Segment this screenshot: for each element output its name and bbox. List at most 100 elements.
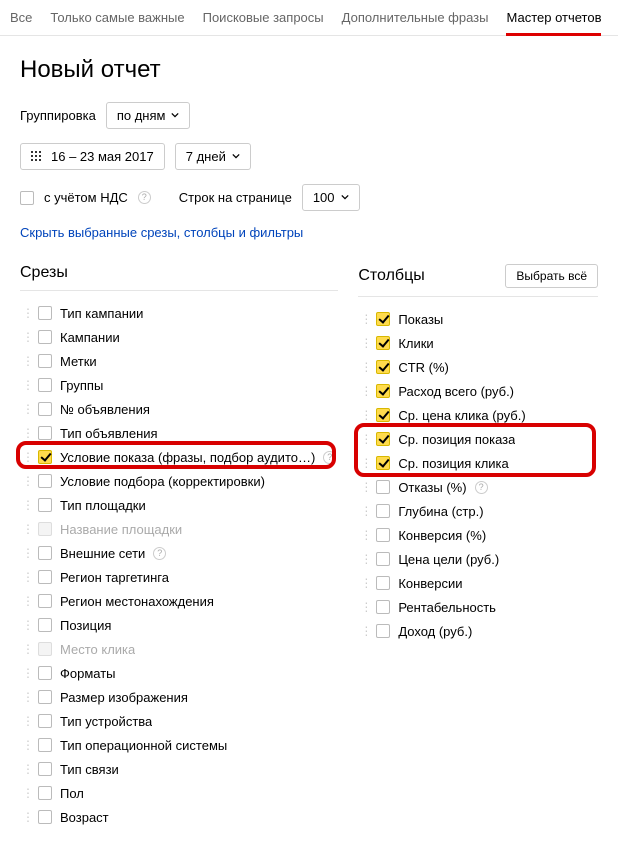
columns-item: ⋮⋮Клики [358, 331, 598, 355]
slices-label: Регион местонахождения [60, 594, 214, 609]
slices-label: Регион таргетинга [60, 570, 169, 585]
help-icon[interactable]: ? [153, 547, 166, 560]
columns-checkbox[interactable] [376, 360, 390, 374]
columns-checkbox[interactable] [376, 600, 390, 614]
slices-checkbox[interactable] [38, 714, 52, 728]
slices-checkbox[interactable] [38, 450, 52, 464]
tab-important[interactable]: Только самые важные [50, 6, 184, 35]
rows-per-page-select[interactable]: 100 [302, 184, 360, 211]
help-icon[interactable]: ? [138, 191, 151, 204]
columns-checkbox[interactable] [376, 432, 390, 446]
columns-item: ⋮⋮Ср. цена клика (руб.) [358, 403, 598, 427]
drag-handle-icon[interactable]: ⋮⋮ [22, 550, 30, 556]
drag-handle-icon[interactable]: ⋮⋮ [22, 790, 30, 796]
slices-checkbox[interactable] [38, 762, 52, 776]
columns-checkbox[interactable] [376, 624, 390, 638]
slices-checkbox[interactable] [38, 666, 52, 680]
columns-checkbox[interactable] [376, 456, 390, 470]
slices-item: ⋮⋮Тип устройства [20, 709, 338, 733]
drag-handle-icon[interactable]: ⋮⋮ [360, 484, 368, 490]
drag-handle-icon[interactable]: ⋮⋮ [360, 340, 368, 346]
drag-handle-icon[interactable]: ⋮⋮ [360, 604, 368, 610]
vat-checkbox[interactable] [20, 191, 34, 205]
drag-handle-icon[interactable]: ⋮⋮ [360, 556, 368, 562]
drag-handle-icon[interactable]: ⋮⋮ [360, 628, 368, 634]
drag-handle-icon[interactable]: ⋮⋮ [22, 430, 30, 436]
columns-label: Доход (руб.) [398, 624, 472, 639]
slices-checkbox[interactable] [38, 570, 52, 584]
select-all-button[interactable]: Выбрать всё [505, 264, 598, 288]
slices-checkbox[interactable] [38, 738, 52, 752]
slices-checkbox[interactable] [38, 330, 52, 344]
columns-item: ⋮⋮ Глубина (стр.) [358, 499, 598, 523]
columns-checkbox[interactable] [376, 408, 390, 422]
drag-handle-icon[interactable]: ⋮⋮ [360, 316, 368, 322]
tab-extra-phrases[interactable]: Дополнительные фразы [342, 6, 489, 35]
slices-checkbox[interactable] [38, 498, 52, 512]
drag-handle-icon[interactable]: ⋮⋮ [360, 436, 368, 442]
help-icon[interactable]: ? [475, 481, 488, 494]
drag-handle-icon[interactable]: ⋮⋮ [22, 742, 30, 748]
slices-checkbox[interactable] [38, 690, 52, 704]
drag-handle-icon[interactable]: ⋮⋮ [22, 574, 30, 580]
date-range-value: 16 – 23 мая 2017 [51, 149, 154, 164]
drag-handle-icon[interactable]: ⋮⋮ [360, 364, 368, 370]
drag-handle-icon[interactable]: ⋮⋮ [22, 406, 30, 412]
slices-checkbox[interactable] [38, 810, 52, 824]
columns-checkbox[interactable] [376, 528, 390, 542]
drag-handle-icon[interactable]: ⋮⋮ [360, 412, 368, 418]
drag-handle-icon[interactable]: ⋮⋮ [22, 598, 30, 604]
columns-checkbox[interactable] [376, 504, 390, 518]
drag-handle-icon[interactable]: ⋮⋮ [22, 622, 30, 628]
tab-all[interactable]: Все [10, 6, 32, 35]
drag-handle-icon[interactable]: ⋮⋮ [360, 508, 368, 514]
drag-handle-icon[interactable]: ⋮⋮ [360, 388, 368, 394]
period-select[interactable]: 7 дней [175, 143, 251, 170]
drag-handle-icon[interactable]: ⋮⋮ [22, 382, 30, 388]
columns-checkbox[interactable] [376, 312, 390, 326]
columns-label: Глубина (стр.) [398, 504, 483, 519]
grouping-select[interactable]: по дням [106, 102, 191, 129]
slices-checkbox[interactable] [38, 402, 52, 416]
slices-checkbox[interactable] [38, 306, 52, 320]
drag-handle-icon[interactable]: ⋮⋮ [360, 460, 368, 466]
drag-handle-icon[interactable]: ⋮⋮ [22, 310, 30, 316]
slices-checkbox[interactable] [38, 474, 52, 488]
slices-item: ⋮⋮ Регион таргетинга [20, 565, 338, 589]
drag-handle-icon[interactable]: ⋮⋮ [22, 670, 30, 676]
drag-handle-icon[interactable]: ⋮⋮ [22, 718, 30, 724]
slices-checkbox[interactable] [38, 786, 52, 800]
slices-checkbox[interactable] [38, 426, 52, 440]
slices-item: ⋮⋮Пол [20, 781, 338, 805]
columns-checkbox[interactable] [376, 336, 390, 350]
slices-checkbox[interactable] [38, 546, 52, 560]
tabs-bar: Все Только самые важные Поисковые запрос… [0, 0, 618, 36]
columns-checkbox[interactable] [376, 552, 390, 566]
columns-checkbox[interactable] [376, 384, 390, 398]
drag-handle-icon[interactable]: ⋮⋮ [22, 478, 30, 484]
drag-handle-icon[interactable]: ⋮⋮ [22, 358, 30, 364]
columns-label: Показы [398, 312, 443, 327]
slices-item: ⋮⋮Возраст [20, 805, 338, 829]
tab-search-queries[interactable]: Поисковые запросы [203, 6, 324, 35]
drag-handle-icon[interactable]: ⋮⋮ [22, 334, 30, 340]
slices-item: ⋮⋮Тип площадки [20, 493, 338, 517]
columns-checkbox[interactable] [376, 576, 390, 590]
slices-checkbox[interactable] [38, 378, 52, 392]
drag-handle-icon[interactable]: ⋮⋮ [22, 454, 30, 460]
drag-handle-icon[interactable]: ⋮⋮ [360, 580, 368, 586]
drag-handle-icon[interactable]: ⋮⋮ [22, 814, 30, 820]
help-icon[interactable]: ? [323, 451, 336, 464]
drag-handle-icon[interactable]: ⋮⋮ [22, 766, 30, 772]
slices-checkbox[interactable] [38, 618, 52, 632]
date-range-picker[interactable]: 16 – 23 мая 2017 [20, 143, 165, 170]
columns-checkbox[interactable] [376, 480, 390, 494]
slices-checkbox[interactable] [38, 594, 52, 608]
drag-handle-icon[interactable]: ⋮⋮ [360, 532, 368, 538]
drag-handle-icon[interactable]: ⋮⋮ [22, 694, 30, 700]
slices-checkbox[interactable] [38, 354, 52, 368]
columns-label: Рентабельность [398, 600, 496, 615]
hide-selections-link[interactable]: Скрыть выбранные срезы, столбцы и фильтр… [20, 225, 303, 240]
drag-handle-icon[interactable]: ⋮⋮ [22, 502, 30, 508]
tab-report-wizard[interactable]: Мастер отчетов [506, 6, 601, 36]
